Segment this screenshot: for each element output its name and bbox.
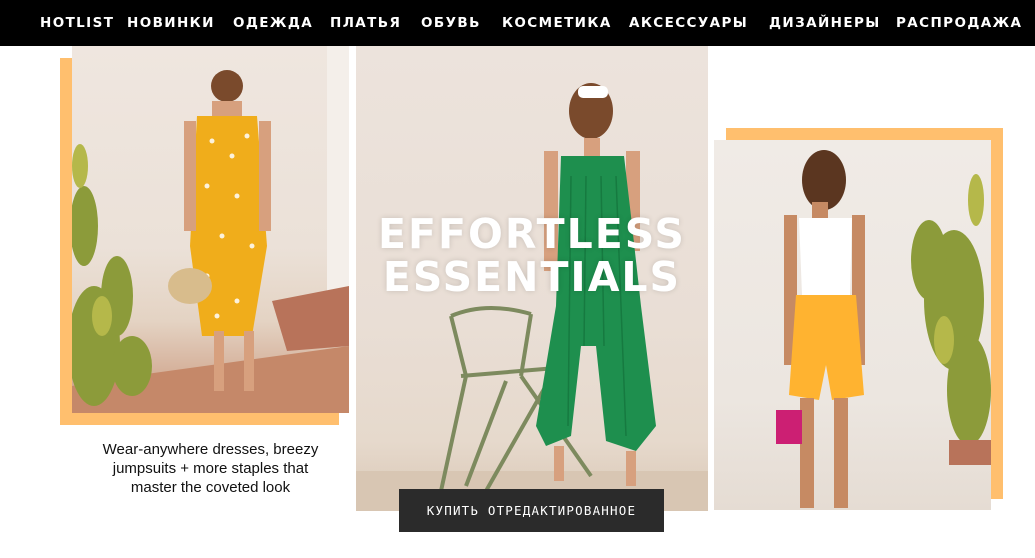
nav-item-accessories[interactable]: АКСЕССУАРЫ [629, 0, 748, 46]
nav-item-cosmetics[interactable]: КОСМЕТИКА [502, 0, 612, 46]
yellow-dress-model-image [72, 46, 349, 413]
headline-line-1: EFFORTLESS [378, 210, 686, 258]
nav-item-dresses[interactable]: ПЛАТЬЯ [330, 0, 401, 46]
nav-item-new[interactable]: НОВИНКИ [127, 0, 215, 46]
hero-headline: EFFORTLESS ESSENTIALS [356, 213, 708, 299]
nav-item-designers[interactable]: ДИЗАЙНЕРЫ [769, 0, 881, 46]
shop-edit-button[interactable]: КУПИТЬ ОТРЕДАКТИРОВАННОЕ [399, 489, 664, 532]
caption-line-2: jumpsuits + more staples that [112, 460, 309, 477]
top-navigation-bar: HOTLIST НОВИНКИ ОДЕЖДА ПЛАТЬЯ ОБУВЬ КОСМ… [0, 0, 1035, 46]
orange-shorts-model-image [776, 150, 991, 508]
right-model-photo[interactable] [714, 140, 991, 510]
caption-line-3: master the coveted look [130, 479, 291, 496]
center-model-photo[interactable]: EFFORTLESS ESSENTIALS [356, 46, 708, 511]
promo-caption: Wear-anywhere dresses, breezy jumpsuits … [72, 440, 349, 497]
nav-item-shoes[interactable]: ОБУВЬ [421, 0, 481, 46]
headline-line-2: ESSENTIALS [382, 253, 682, 301]
caption-line-1: Wear-anywhere dresses, breezy [102, 441, 319, 458]
nav-item-sale[interactable]: РАСПРОДАЖА [896, 0, 1022, 46]
left-model-photo[interactable] [72, 46, 349, 413]
nav-item-hotlist[interactable]: HOTLIST [40, 0, 114, 46]
nav-item-clothing[interactable]: ОДЕЖДА [233, 0, 313, 46]
